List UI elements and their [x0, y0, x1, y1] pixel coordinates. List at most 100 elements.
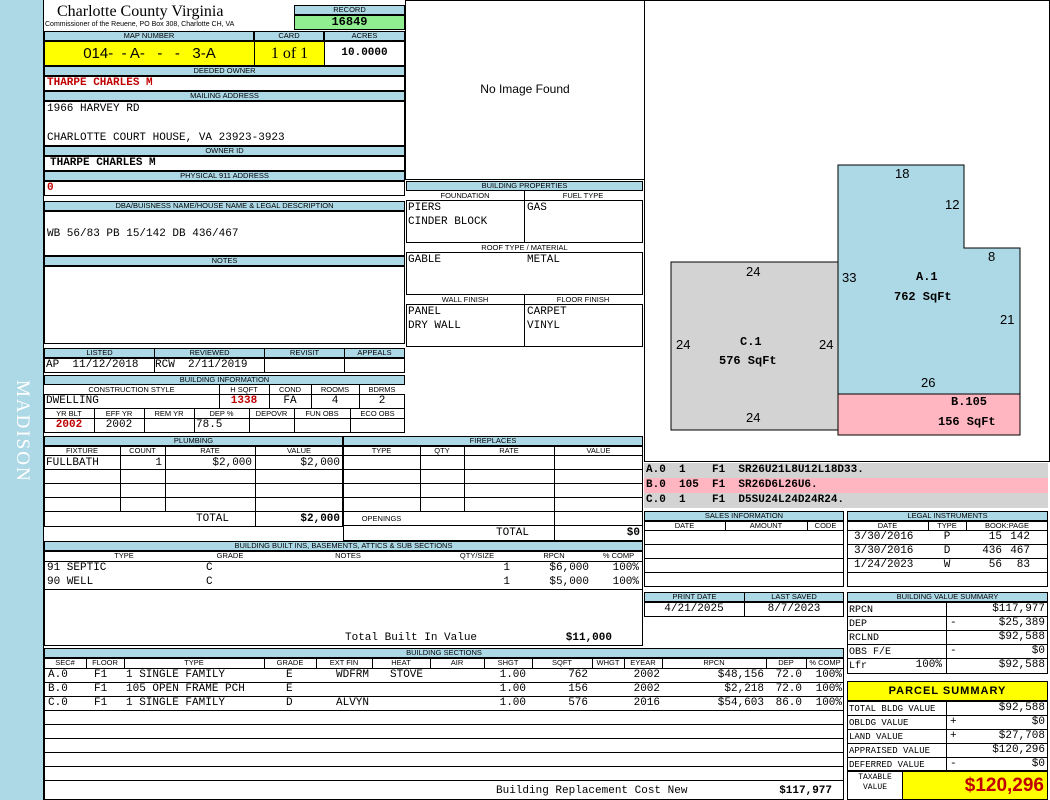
legal-3-page: 83: [1016, 559, 1030, 571]
builtin-1-qty: 1: [503, 562, 510, 574]
notes-label: NOTES: [44, 256, 405, 266]
last-saved: 8/7/2023: [767, 603, 821, 615]
construction-style-label: CONSTRUCTION STYLE: [88, 385, 175, 394]
rooms-value: 4: [331, 395, 339, 407]
section-1-grade: E: [286, 669, 293, 681]
bvs-obs-value: $0: [1031, 645, 1045, 657]
effyr-value: 2002: [105, 419, 133, 431]
builtins-col-comp: % COMP: [602, 551, 635, 560]
listed-label: LISTED: [44, 348, 155, 358]
builtin-1-type: 91 SEPTIC: [47, 562, 107, 574]
plumbing-total-label: TOTAL: [196, 513, 230, 525]
parcel-obldg-label: OBLDG VALUE: [849, 718, 909, 728]
listed-value: AP 11/12/2018: [46, 359, 139, 371]
acres-label: ACRES: [324, 31, 405, 41]
sections-total: $117,977: [779, 785, 832, 797]
sections-col-air: AIR: [450, 658, 464, 667]
bvs-label: BUILDING VALUE SUMMARY: [847, 592, 1048, 602]
physical-911-box: [44, 181, 405, 196]
legal-col-type: TYPE: [937, 521, 957, 530]
parcel-land-value: $27,708: [998, 730, 1045, 742]
parcel-appraised-label: APPRAISED VALUE: [849, 746, 931, 756]
legal-col-book: BOOK:PAGE: [984, 521, 1030, 530]
vector-2: B.0 105 F1 SR26D6L26U6.: [646, 479, 818, 491]
legal-2-page: 467: [1010, 545, 1030, 557]
dba-value: WB 56/83 PB 15/142 DB 436/467: [47, 228, 239, 240]
sections-col-shgt: SHGT: [497, 658, 519, 667]
fireplaces-col-type: TYPE: [371, 446, 392, 455]
parcel-deferred-value: $0: [1031, 758, 1045, 770]
map-number: 014- - A- - - 3-A: [44, 41, 255, 66]
section-3-floor: F1: [94, 697, 108, 709]
bvs-rclnd-value: $92,588: [998, 631, 1045, 643]
section-3-comp: 100%: [815, 697, 842, 709]
section-1-heat: STOVE: [390, 669, 424, 681]
sketch-c-label: C.1: [740, 335, 762, 349]
roof-box: [406, 252, 643, 295]
last-saved-label: LAST SAVED: [744, 592, 844, 602]
section-1-ext: WDFRM: [336, 669, 370, 681]
roof-type: GABLE: [408, 254, 442, 266]
yrblt-value: 2002: [55, 419, 83, 431]
section-2-dep: 72.0: [775, 683, 802, 695]
appeals-label: APPEALS: [344, 348, 405, 358]
section-1-sec: A.0: [48, 669, 68, 681]
builtin-1-rpcn: $6,000: [549, 562, 589, 574]
bvs-lfr-value: $92,588: [998, 659, 1045, 671]
floor-finish-2: VINYL: [527, 320, 561, 332]
sales-col-code: CODE: [814, 521, 837, 530]
sketch-c-dim-top: 24: [746, 264, 761, 279]
section-2-sqft: 156: [568, 683, 588, 695]
fireplaces-total-label: TOTAL: [496, 527, 530, 539]
sections-col-eyear: EYEAR: [630, 658, 656, 667]
builtins-col-type: TYPE: [114, 551, 134, 560]
sections-col-sec: SEC#: [55, 658, 75, 667]
bvs-lfr-pct: 100%: [915, 659, 942, 671]
foundation-1: PIERS: [408, 202, 442, 214]
county-subtitle: Commissioner of the Reuene, PO Box 308, …: [45, 21, 235, 28]
owner-id-label: OWNER ID: [44, 146, 405, 156]
plumbing-value: $2,000: [300, 457, 340, 469]
bvs-rpcn-value: $117,977: [992, 603, 1045, 615]
section-3-rpcn: $54,603: [717, 697, 764, 709]
bdrms-value: 2: [378, 395, 386, 407]
section-2-rpcn: $2,218: [724, 683, 764, 695]
legal-1-type: P: [943, 531, 951, 543]
sections-col-floor: FLOOR: [92, 658, 118, 667]
section-3-sqft: 576: [568, 697, 588, 709]
legal-label: LEGAL INSTRUMENTS: [847, 511, 1048, 521]
plumbing-col-fixture: FIXTURE: [65, 446, 99, 455]
section-3-eyear: 2016: [633, 697, 660, 709]
parcel-appraised-value: $120,296: [992, 744, 1045, 756]
floor-finish-1: CARPET: [527, 306, 567, 318]
builtin-2-type: 90 WELL: [47, 576, 94, 588]
section-1-comp: 100%: [815, 669, 842, 681]
card-value: 1 of 1: [254, 41, 325, 66]
sections-col-whgt: WHGT: [596, 658, 620, 667]
dba-label: DBA/BUISNESS NAME/HOUSE NAME & LEGAL DES…: [44, 201, 405, 211]
record-label: RECORD: [294, 5, 405, 15]
remyr-label: REM YR: [154, 409, 184, 418]
section-1-dep: 72.0: [775, 669, 802, 681]
cond-label: COND: [278, 385, 302, 394]
effyr-label: EFF YR: [105, 409, 133, 418]
wall-finish-2: DRY WALL: [408, 320, 461, 332]
section-2-floor: F1: [94, 683, 108, 695]
section-3-shgt: 1.00: [499, 697, 526, 709]
section-2-sec: B.0: [48, 683, 68, 695]
physical-911-address: 0: [47, 182, 54, 194]
sections-total-label: Building Replacement Cost New: [496, 785, 688, 797]
taxable-label-1: TAXABLE: [858, 773, 892, 782]
fuel-label: FUEL TYPE: [562, 191, 604, 200]
parcel-summary-title: PARCEL SUMMARY: [847, 681, 1048, 701]
section-2-eyear: 2002: [633, 683, 660, 695]
sketch-a-dim-left: 33: [842, 270, 857, 285]
builtin-2-comp: 100%: [612, 576, 639, 588]
parcel-total-bldg-label: TOTAL BLDG VALUE: [849, 704, 936, 714]
builtin-2-rpcn: $5,000: [549, 576, 589, 588]
sales-label: SALES INFORMATION: [644, 511, 844, 521]
vector-3: C.0 1 F1 D5SU24L24D24R24.: [646, 494, 845, 506]
sales-col-amount: AMOUNT: [749, 521, 783, 530]
ecoobs-label: ECO OBS: [360, 409, 395, 418]
side-label: MADISON: [12, 380, 33, 483]
